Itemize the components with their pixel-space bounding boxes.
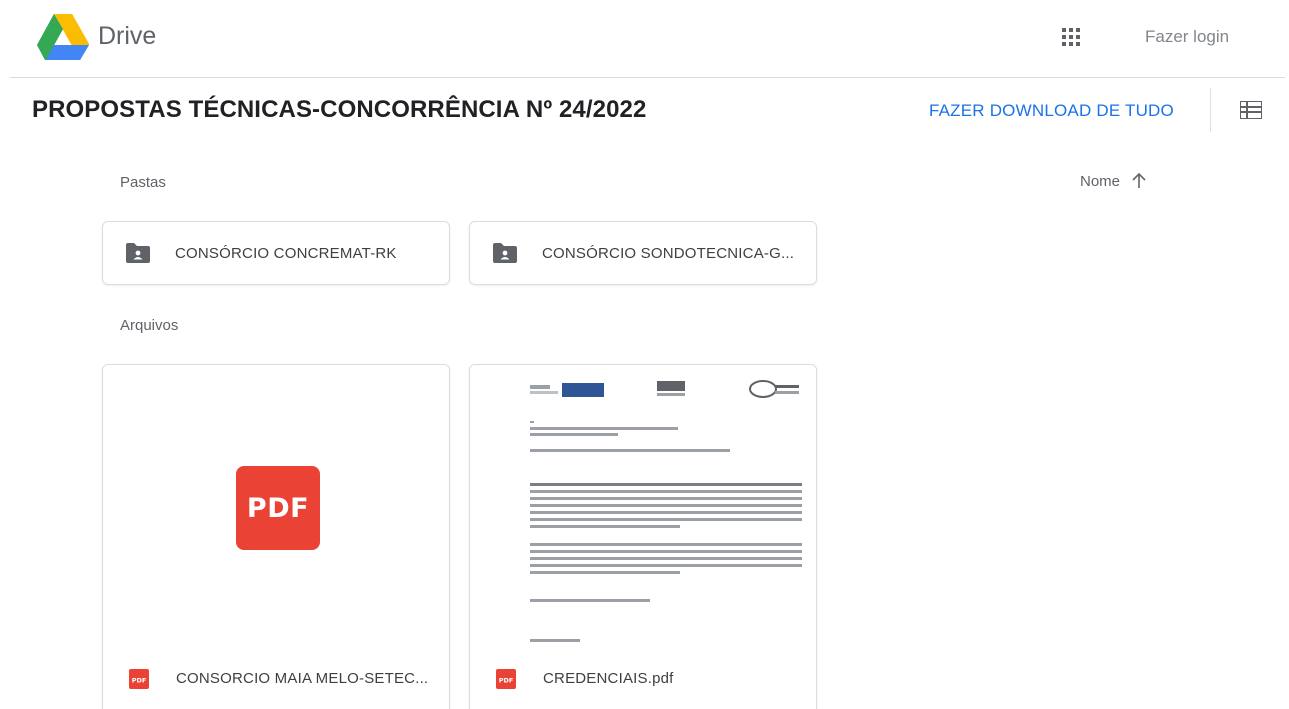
file-footer: PDF CREDENCIAIS.pdf [470,647,816,709]
shared-folder-icon [126,243,150,263]
apps-grid-icon[interactable] [1061,27,1081,47]
folder-card[interactable]: CONSÓRCIO SONDOTECNICA-G... [469,221,817,285]
shared-folder-icon [493,243,517,263]
header-divider [10,77,1285,78]
google-drive-logo[interactable] [37,14,89,60]
document-page-preview [530,380,802,642]
folders-section-label: Pastas [120,174,166,191]
file-name: CONSORCIO MAIA MELO-SETEC... [176,670,429,687]
list-view-icon[interactable] [1240,101,1262,119]
arrow-up-icon [1132,172,1146,188]
svg-text:PDF: PDF [499,676,514,684]
folder-name: CONSÓRCIO CONCREMAT-RK [175,244,397,262]
toolbar-divider [1210,88,1211,132]
pdf-thumbnail-icon: PDF [236,466,320,550]
sort-label: Nome [1080,172,1121,190]
login-link[interactable]: Fazer login [1145,27,1229,47]
pdf-file-icon: PDF [129,668,149,689]
page-title: PROPOSTAS TÉCNICAS-CONCORRÊNCIA Nº 24/20… [32,96,647,123]
files-section-label: Arquivos [120,317,179,334]
svg-text:PDF: PDF [132,676,147,684]
file-footer: PDF CONSORCIO MAIA MELO-SETEC... [103,647,449,709]
document-preview-thumbnail [470,365,816,647]
file-thumbnail: PDF [103,365,449,647]
folder-name: CONSÓRCIO SONDOTECNICA-G... [542,244,795,262]
pdf-file-icon: PDF [496,668,516,689]
file-card[interactable]: PDF PDF CONSORCIO MAIA MELO-SETEC... [102,364,450,709]
sort-by-name-button[interactable]: Nome [1080,172,1148,190]
top-bar: Drive Fazer login [0,0,1289,78]
file-card[interactable]: PDF CREDENCIAIS.pdf [469,364,817,709]
folder-card[interactable]: CONSÓRCIO CONCREMAT-RK [102,221,450,285]
file-name: CREDENCIAIS.pdf [543,670,674,687]
download-all-button[interactable]: FAZER DOWNLOAD DE TUDO [929,101,1174,121]
brand-name: Drive [98,22,157,50]
